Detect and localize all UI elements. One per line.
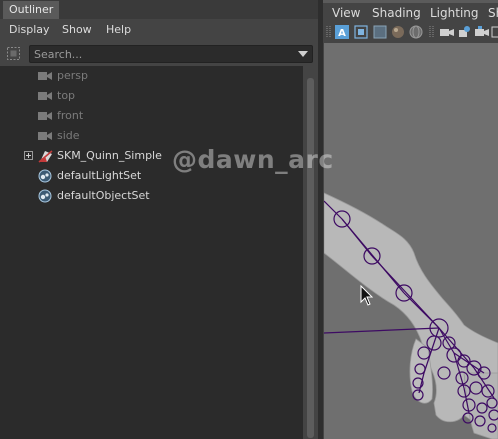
outliner-tab[interactable]: Outliner <box>3 1 60 19</box>
menu-view[interactable]: View <box>332 6 360 20</box>
character-arm-rig <box>324 192 498 439</box>
bookmark-icon[interactable] <box>458 25 472 39</box>
camera-icon <box>38 72 52 80</box>
cam-attr-icon[interactable] <box>440 25 454 39</box>
viewport-panel: View Shading Lighting Sh A <box>323 0 498 439</box>
outliner-tree: persp top front side SKM_Quinn_Simple de… <box>0 66 303 439</box>
menu-show[interactable]: Show <box>62 23 92 36</box>
menu-lighting[interactable]: Lighting <box>430 6 479 20</box>
camera-icon <box>38 112 52 120</box>
viewport-toolbar: A <box>323 23 498 43</box>
search-row: Search... <box>0 42 318 66</box>
filter-icon[interactable] <box>7 47 20 60</box>
gate-icon[interactable] <box>491 25 498 39</box>
outliner-panel: Outliner Display Show Help Search... per… <box>0 0 318 439</box>
outliner-scrollbar[interactable] <box>303 66 318 439</box>
set-icon <box>38 169 52 183</box>
wire-sphere-icon[interactable] <box>409 25 423 39</box>
finger-mesh <box>463 372 498 439</box>
toolbar-separator-icon <box>429 26 434 38</box>
a-highlight-icon[interactable]: A <box>335 25 349 39</box>
shaded-sphere-icon[interactable] <box>391 25 405 39</box>
menu-show[interactable]: Sh <box>488 6 498 20</box>
search-placeholder: Search... <box>34 48 83 61</box>
mesh-icon <box>38 150 53 163</box>
viewport-canvas[interactable] <box>324 43 498 439</box>
outliner-item-label: defaultLightSet <box>57 169 142 182</box>
outliner-item-default-object-set[interactable]: defaultObjectSet <box>0 186 303 206</box>
outliner-item-front[interactable]: front <box>0 106 303 126</box>
watermark: @dawn_arc <box>172 145 334 174</box>
outliner-item-label: defaultObjectSet <box>57 189 150 202</box>
toolbar-separator-icon <box>326 26 331 38</box>
outliner-item-label: front <box>57 109 84 122</box>
outliner-menu-bar: Display Show Help <box>0 19 318 41</box>
outliner-item-top[interactable]: top <box>0 86 303 106</box>
search-dropdown-arrow-icon[interactable] <box>298 51 308 57</box>
search-input[interactable]: Search... <box>29 45 313 63</box>
viewport-menu-bar: View Shading Lighting Sh <box>323 3 498 23</box>
set-icon <box>38 189 52 203</box>
scrollbar-thumb[interactable] <box>307 78 314 438</box>
grid-icon[interactable] <box>373 25 387 39</box>
outliner-item-label: persp <box>57 69 88 82</box>
menu-display[interactable]: Display <box>9 23 50 36</box>
cam-lock-icon[interactable] <box>475 25 489 39</box>
menu-shading[interactable]: Shading <box>372 6 421 20</box>
camera-icon <box>38 92 52 100</box>
outliner-item-label: side <box>57 129 80 142</box>
outliner-item-label: SKM_Quinn_Simple <box>57 149 162 162</box>
frame-icon[interactable] <box>354 25 368 39</box>
svg-text:A: A <box>338 28 346 39</box>
expand-icon[interactable] <box>24 151 33 160</box>
menu-help[interactable]: Help <box>106 23 131 36</box>
mouse-cursor-icon <box>360 285 374 306</box>
camera-icon <box>38 132 52 140</box>
outliner-item-persp[interactable]: persp <box>0 66 303 86</box>
outliner-tab-bar: Outliner <box>0 0 318 19</box>
outliner-item-label: top <box>57 89 76 102</box>
outliner-item-side[interactable]: side <box>0 126 303 146</box>
